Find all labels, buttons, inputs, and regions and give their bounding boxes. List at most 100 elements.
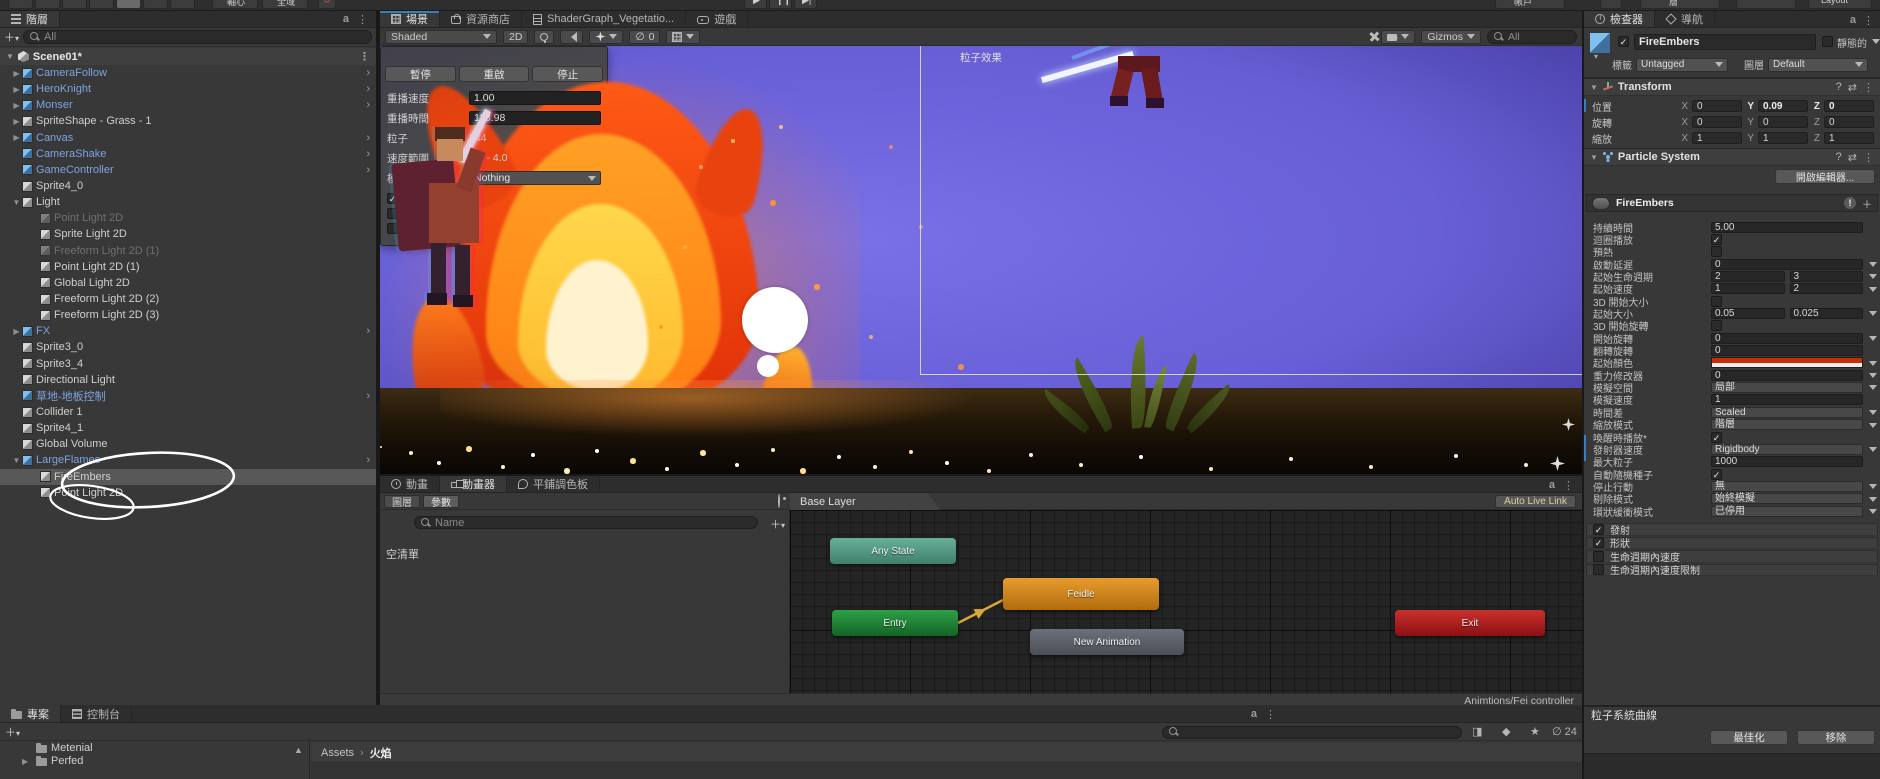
dropdown-arrow-icon[interactable]	[1869, 422, 1877, 428]
parameters-tab-button[interactable]: 參數	[423, 494, 459, 509]
kebab-menu-icon[interactable]: ⋮	[1265, 708, 1276, 721]
hierarchy-item[interactable]: ▶ CameraFollow ›	[0, 65, 376, 81]
dropdown-arrow-icon[interactable]	[1869, 385, 1877, 391]
open-editor-button[interactable]: 開啟編輯器...	[1775, 169, 1875, 184]
restart-particles-button[interactable]: 重啟	[458, 66, 530, 82]
hierarchy-item[interactable]: Sprite3_0	[0, 339, 376, 355]
property-dropdown[interactable]: Scaled	[1711, 406, 1863, 418]
cloud-icon[interactable]	[1600, 0, 1622, 9]
tab-shadergraph[interactable]: ShaderGraph_Vegetatio...	[522, 11, 687, 27]
global-toggle-button[interactable]: 全域	[262, 0, 308, 9]
tab-scene[interactable]: 場景	[380, 11, 440, 27]
expander-icon[interactable]: ▶	[10, 117, 23, 126]
expander-icon[interactable]: ▶	[10, 133, 23, 142]
chevron-right-icon[interactable]: ›	[366, 67, 370, 79]
static-dropdown-arrow[interactable]	[1872, 39, 1880, 44]
help-icon[interactable]: ?	[1836, 81, 1842, 94]
hierarchy-item[interactable]: ▶ SpriteShape - Grass - 1	[0, 113, 376, 129]
help-icon[interactable]: ?	[1836, 151, 1842, 164]
transform-component-header[interactable]: ▼ Transform ? ⇄ ⋮	[1584, 78, 1880, 96]
kebab-menu-icon[interactable]: ⋮	[1863, 14, 1874, 27]
hierarchy-item[interactable]: ▶ FX ›	[0, 323, 376, 339]
animator-state-anystate[interactable]: Any State	[830, 538, 956, 564]
dropdown-arrow-icon[interactable]	[1869, 496, 1877, 502]
hierarchy-item[interactable]: Global Light 2D	[0, 275, 376, 291]
property-value[interactable]: 1	[1711, 283, 1785, 295]
expander-icon[interactable]: ▶	[10, 69, 23, 78]
module-checkbox[interactable]	[1593, 550, 1604, 562]
expander-icon[interactable]: ▼	[10, 198, 23, 207]
project-folder-row[interactable]: Metenial	[0, 741, 309, 755]
property-dropdown[interactable]: 階層	[1711, 419, 1863, 431]
pause-particles-button[interactable]: 暫停	[385, 66, 456, 82]
scroll-up-arrow[interactable]: ▲	[294, 745, 303, 755]
hierarchy-item[interactable]: ▶ Canvas ›	[0, 130, 376, 146]
module-toggle-pill[interactable]	[1592, 196, 1610, 210]
dropdown-arrow-icon[interactable]	[1869, 447, 1877, 453]
particle-system-component-header[interactable]: ▼ Particle System ? ⇄ ⋮	[1584, 148, 1880, 166]
breadcrumb[interactable]: Assets › 火焰	[311, 743, 1582, 763]
dropdown-arrow-icon[interactable]	[1869, 508, 1877, 514]
hierarchy-item[interactable]: Sprite4_1	[0, 420, 376, 436]
presets-icon[interactable]: ⇄	[1848, 151, 1857, 164]
tab-project[interactable]: 專案	[0, 705, 61, 722]
property-dropdown[interactable]: Rigidbody	[1711, 443, 1863, 455]
move-tool-button[interactable]	[35, 0, 60, 9]
gameobject-name-field[interactable]: FireEmbers	[1634, 34, 1816, 50]
chevron-right-icon[interactable]: ›	[366, 132, 370, 144]
property-value[interactable]: 0	[1711, 332, 1863, 344]
particle-curves-header[interactable]: 粒子系統曲線	[1584, 705, 1880, 723]
property-dropdown[interactable]: 始終模擬	[1711, 493, 1863, 505]
lighting-toggle-button[interactable]	[534, 29, 555, 44]
hierarchy-item[interactable]: ▼ Light	[0, 194, 376, 210]
expander-icon[interactable]: ▶	[10, 327, 23, 336]
tab-console[interactable]: 控制台	[61, 705, 132, 722]
eye-icon[interactable]	[778, 494, 780, 508]
parameter-search-input[interactable]: Name	[414, 516, 758, 529]
kebab-menu-icon[interactable]: ⋮	[1863, 151, 1874, 164]
remove-button[interactable]: 移除	[1797, 730, 1875, 745]
layers-dropdown[interactable]: 層	[1640, 0, 1720, 9]
scale-tool-button[interactable]	[89, 0, 114, 9]
scale-z-field[interactable]: 1	[1824, 132, 1874, 144]
active-checkbox[interactable]: ✓	[1618, 36, 1629, 47]
account-dropdown[interactable]: 帳戶	[1495, 0, 1565, 9]
hand-tool-button[interactable]	[8, 0, 33, 9]
hierarchy-item[interactable]: 草地-地板控制 ›	[0, 388, 376, 404]
animator-state-default[interactable]: Feidle	[1003, 578, 1159, 610]
project-folder-row[interactable]: ▶ Perfed	[0, 755, 309, 769]
property-value[interactable]: 0	[1711, 258, 1863, 270]
hierarchy-item[interactable]: Point Light 2D (1)	[0, 259, 376, 275]
tab-tile-palette[interactable]: 平鋪調色板	[507, 476, 600, 492]
gizmos-dropdown[interactable]: Gizmos	[1421, 29, 1481, 44]
hierarchy-item[interactable]: Sprite4_0	[0, 178, 376, 194]
property-checkbox[interactable]: ✓	[1711, 431, 1722, 443]
breadcrumb-base-layer[interactable]: Base Layer	[790, 493, 940, 510]
curve-editor-area[interactable]	[1584, 753, 1880, 779]
add-icon[interactable]: ＋	[1862, 196, 1872, 211]
chevron-right-icon[interactable]: ›	[366, 164, 370, 176]
hierarchy-item[interactable]: CameraShake ›	[0, 146, 376, 162]
tag-dropdown[interactable]: Untagged	[1636, 57, 1728, 72]
lock-icon[interactable]: a	[343, 13, 349, 25]
property-checkbox[interactable]	[1711, 320, 1722, 332]
property-value[interactable]: 0	[1711, 369, 1863, 381]
tab-inspector[interactable]: 檢查器	[1584, 11, 1655, 27]
particle-gizmo-handle[interactable]	[742, 287, 808, 353]
property-value[interactable]: 3	[1789, 271, 1863, 283]
search-by-label-icon[interactable]: ◆	[1502, 725, 1510, 738]
chevron-right-icon[interactable]: ›	[366, 325, 370, 337]
dropdown-arrow-icon[interactable]	[1869, 286, 1877, 292]
hierarchy-item[interactable]: ▶ HeroKnight ›	[0, 81, 376, 97]
hierarchy-item[interactable]: Point Light 2D	[0, 485, 376, 501]
pivot-toggle-button[interactable]: 軸心	[212, 0, 258, 9]
transform-tool-button[interactable]	[143, 0, 168, 9]
hierarchy-item[interactable]: Sprite Light 2D	[0, 226, 376, 242]
animator-state-normal[interactable]: New Animation	[1030, 629, 1184, 655]
tab-asset-store[interactable]: 資源商店	[440, 11, 522, 27]
hierarchy-item[interactable]: FireEmbers	[0, 468, 376, 485]
hierarchy-item[interactable]: Collider 1	[0, 404, 376, 420]
hierarchy-item[interactable]: GameController ›	[0, 162, 376, 178]
property-dropdown[interactable]: 無	[1711, 480, 1863, 492]
property-value[interactable]: 5.00	[1711, 221, 1863, 233]
